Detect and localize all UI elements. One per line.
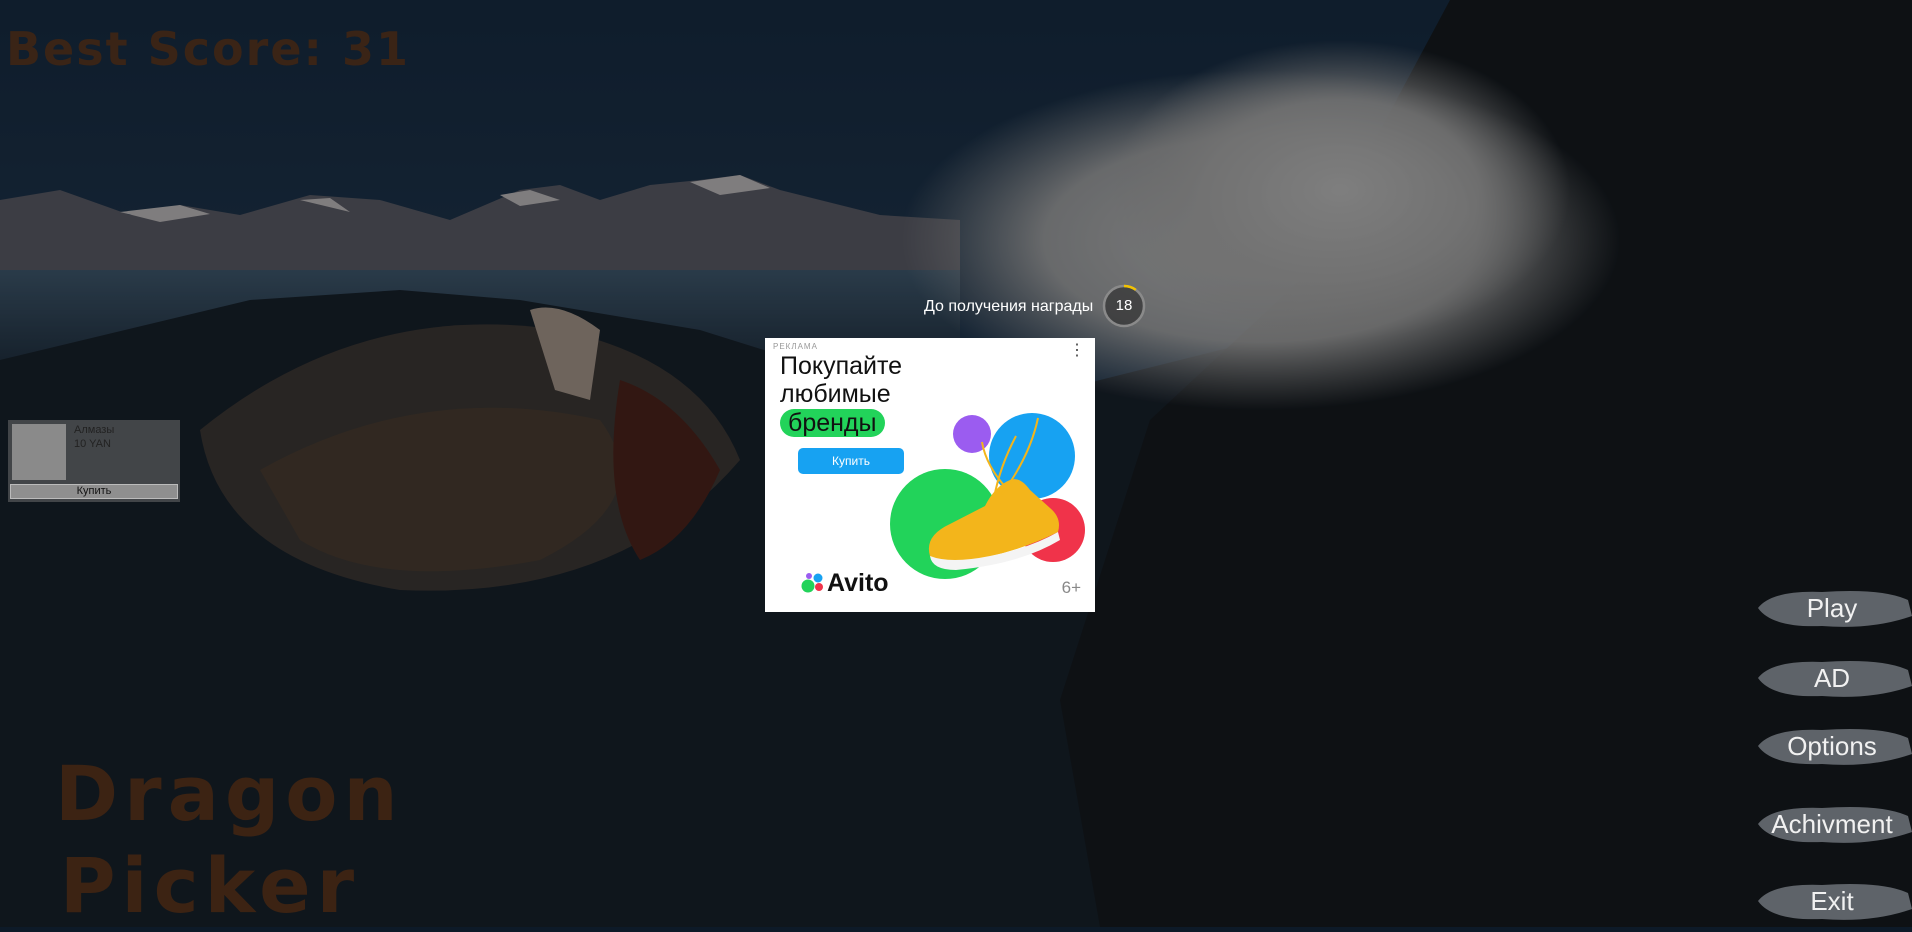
shop-item-card: Алмазы 10 YAN Купить [8, 420, 180, 502]
options-button[interactable]: Options [1752, 724, 1912, 768]
options-button-label: Options [1787, 731, 1877, 761]
reward-timer-label: До получения награды [924, 298, 1094, 315]
exit-button-label: Exit [1810, 886, 1854, 916]
ad-age-rating: 6+ [1061, 578, 1081, 597]
exit-button[interactable]: Exit [1752, 879, 1912, 923]
ad-button-label: AD [1813, 663, 1851, 693]
shop-item-price: 10 YAN [74, 438, 111, 450]
avito-logo-icon [801, 573, 823, 593]
kebab-menu-icon[interactable]: ⋮ [1069, 343, 1085, 359]
shop-item-name: Алмазы [74, 424, 115, 436]
ad-buy-button[interactable]: Купить [798, 448, 904, 474]
ad-headline-line3: бренды [780, 409, 885, 437]
sneaker-illustration [890, 413, 1085, 579]
ad-label: РЕКЛАМА [773, 342, 818, 351]
ad-button[interactable]: AD [1752, 656, 1912, 700]
game-title: Dragon Picker [55, 748, 404, 932]
best-score-label: Best Score: 31 [6, 22, 410, 76]
play-button[interactable]: Play [1752, 586, 1912, 630]
play-button-label: Play [1806, 593, 1858, 623]
ad-banner[interactable]: РЕКЛАМА ⋮ Покупайте любимые бренды Купит… [765, 338, 1095, 612]
avito-logo: Avito [801, 570, 911, 596]
achievement-button[interactable]: Achivment [1752, 802, 1912, 846]
shop-item-image [12, 424, 66, 480]
achievement-button-label: Achivment [1771, 809, 1893, 839]
shop-buy-button[interactable]: Купить [10, 484, 178, 499]
reward-timer-count: 18 [1115, 297, 1133, 314]
ad-headline-line1: Покупайте [780, 352, 903, 380]
avito-brand-text: Avito [827, 569, 889, 597]
game-title-line1: Dragon [55, 749, 404, 838]
game-title-line2: Picker [59, 841, 361, 930]
ad-headline-line2: любимые [780, 380, 891, 408]
